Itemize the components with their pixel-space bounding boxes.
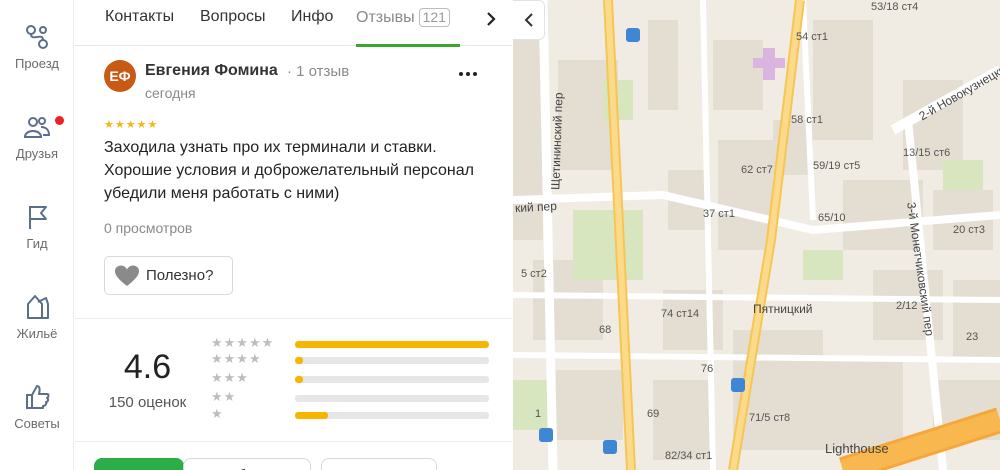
map-view[interactable]: 53/18 ст4 54 ст1 58 ст1 62 ст7 59/19 ст5… xyxy=(513,0,1000,470)
distribution-bar-track xyxy=(295,357,489,364)
review-views: 0 просмотров xyxy=(104,220,193,236)
rail-item-friends[interactable]: Друзья xyxy=(0,112,74,192)
tab-questions[interactable]: Вопросы xyxy=(200,8,266,26)
review-author[interactable]: Евгения Фомина xyxy=(145,62,278,80)
rating-count: 150 оценок xyxy=(108,394,187,411)
heart-icon xyxy=(115,265,139,286)
review-text: Заходила узнать про их терминали и ставк… xyxy=(104,139,474,202)
rail-label-tips: Советы xyxy=(14,416,60,431)
distribution-stars: ★★ xyxy=(211,389,237,404)
rail-item-housing[interactable]: Жильё xyxy=(0,292,74,372)
thumbs-up-icon xyxy=(0,382,74,412)
active-tab-indicator xyxy=(356,44,460,47)
review-stars: ★★★★★ xyxy=(104,119,159,131)
street-label: кий пер xyxy=(514,198,558,216)
primary-action-button[interactable] xyxy=(94,458,184,470)
tab-info[interactable]: Инфо xyxy=(291,8,333,26)
notification-dot xyxy=(55,116,64,125)
distribution-bar-fill xyxy=(295,357,303,364)
tabs-next-button[interactable] xyxy=(477,6,505,32)
section-divider-bottom xyxy=(75,441,512,442)
map-label: 23 xyxy=(966,331,979,343)
map-label: 71/5 ст8 xyxy=(749,412,791,424)
useful-button[interactable]: Полезно? xyxy=(104,256,233,295)
rail-item-guide[interactable]: Гид xyxy=(0,202,74,282)
distribution-bar-track xyxy=(295,341,489,348)
rail-label-friends: Друзья xyxy=(15,146,59,161)
rating-value: 4.6 xyxy=(123,348,172,386)
map-label: 65/10 xyxy=(818,212,846,224)
map-label: 20 ст3 xyxy=(953,224,985,236)
favorites-button[interactable]: В избранное xyxy=(183,458,311,470)
distribution-stars: ★★★★ xyxy=(211,351,262,366)
share-button[interactable]: Поделиться xyxy=(321,458,437,470)
map-label: 74 ст14 xyxy=(661,308,700,320)
author-review-count: · 1 отзыв xyxy=(287,63,350,80)
distribution-stars: ★★★★★ xyxy=(211,335,275,350)
map-label: 37 ст1 xyxy=(703,208,735,220)
poi-label-lighthouse[interactable]: Lighthouse xyxy=(825,441,889,456)
distribution-stars: ★ xyxy=(211,406,224,421)
map-label: 5 ст2 xyxy=(521,268,547,280)
distribution-bar-fill xyxy=(295,376,303,383)
tab-contacts[interactable]: Контакты xyxy=(105,8,174,26)
map-label: 58 ст1 xyxy=(791,114,823,126)
distribution-bar-track xyxy=(295,395,489,402)
map-label: 13/15 ст6 xyxy=(903,147,951,159)
avatar[interactable]: ЕФ xyxy=(104,60,136,92)
poi-label-pyatnitsky[interactable]: Пятницкий xyxy=(753,302,812,316)
rail-item-route[interactable]: Проезд xyxy=(0,22,74,102)
distribution-stars: ★★★ xyxy=(211,370,249,385)
chevron-left-icon xyxy=(524,13,533,27)
distribution-bar-fill xyxy=(295,412,328,419)
map-label: 68 xyxy=(599,324,612,336)
distribution-bar-track xyxy=(295,412,489,419)
rail-label-guide: Гид xyxy=(26,236,48,251)
distribution-row: ★ xyxy=(211,406,491,424)
rail-label-housing: Жильё xyxy=(16,326,58,341)
chevron-right-icon xyxy=(487,12,496,26)
tab-reviews[interactable]: Отзывы 121 xyxy=(356,8,450,27)
map-label: 69 xyxy=(647,408,660,420)
org-panel: Контакты Вопросы Инфо Отзывы 121 ЕФ Евген… xyxy=(75,0,512,470)
map-label: 53/18 ст4 xyxy=(871,1,919,13)
map-label: 62 ст7 xyxy=(741,164,773,176)
review-date: сегодня xyxy=(145,85,196,101)
map-label: 59/19 ст5 xyxy=(813,160,861,172)
collapse-panel-button[interactable] xyxy=(513,0,545,40)
distribution-bar-track xyxy=(295,376,489,383)
route-icon xyxy=(0,22,74,52)
map-label: 54 ст1 xyxy=(796,31,828,43)
rail-label-route: Проезд xyxy=(14,56,59,71)
reviews-count-badge: 121 xyxy=(418,8,450,27)
section-divider xyxy=(75,318,512,319)
left-rail: Проезд Друзья Гид Жильё Советы xyxy=(0,0,74,470)
distribution-bar-fill xyxy=(295,341,489,348)
friends-icon xyxy=(0,112,74,142)
map-label: 1 xyxy=(535,408,542,420)
rail-item-tips[interactable]: Советы xyxy=(0,382,74,462)
distribution-row: ★★★★ xyxy=(211,351,491,369)
distribution-row: ★★★ xyxy=(211,370,491,388)
useful-label: Полезно? xyxy=(146,267,214,284)
map-canvas xyxy=(513,0,1000,470)
more-dots-icon xyxy=(459,72,463,76)
tab-bar: Контакты Вопросы Инфо Отзывы 121 xyxy=(75,0,512,47)
building-icon xyxy=(0,292,74,322)
tab-reviews-label: Отзывы xyxy=(356,9,415,26)
distribution-row: ★★ xyxy=(211,389,491,407)
map-label: 2/12 xyxy=(896,300,918,312)
map-label: 82/34 ст1 xyxy=(665,450,713,462)
flag-icon xyxy=(0,202,74,232)
more-options-button[interactable] xyxy=(456,64,480,84)
map-label: 76 xyxy=(701,363,714,375)
